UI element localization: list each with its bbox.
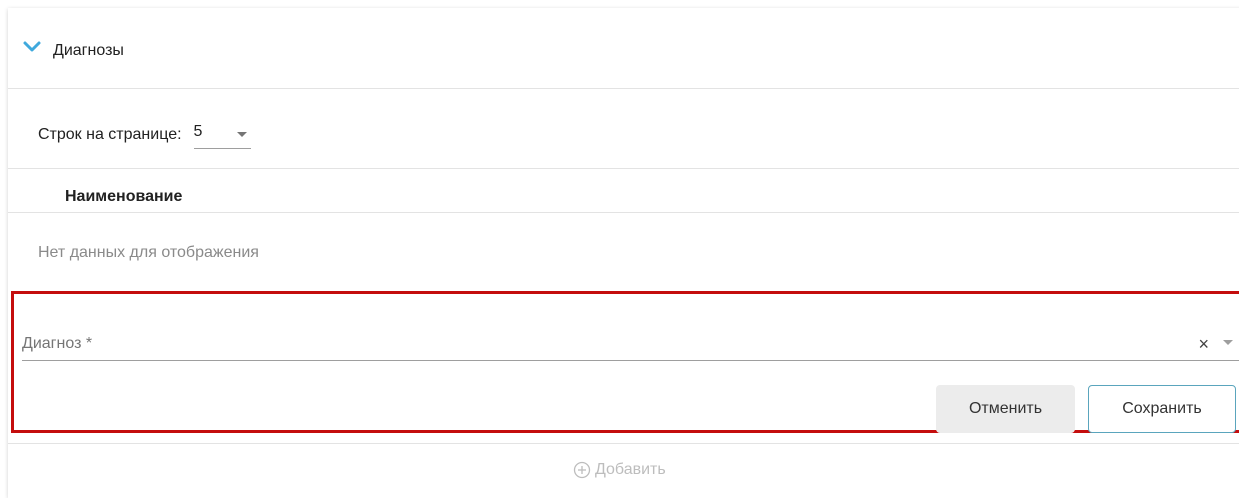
divider [8, 443, 1239, 444]
cancel-button[interactable]: Отменить [936, 385, 1075, 433]
add-label: Добавить [595, 461, 666, 478]
caret-down-icon [236, 132, 247, 137]
diagnosis-edit-form: Диагноз * × Отменить Сохранить [11, 291, 1239, 433]
rows-per-page-select[interactable]: 5 [193, 116, 251, 149]
rows-per-page-value: 5 [193, 123, 203, 140]
rows-per-page-label: Строк на странице: [38, 126, 182, 143]
diagnosis-label: Диагноз * [22, 335, 93, 352]
chevron-down-icon[interactable] [22, 40, 42, 54]
column-header-name[interactable]: Наименование [65, 188, 182, 206]
divider [8, 168, 1239, 169]
empty-table-message: Нет данных для отображения [38, 244, 259, 261]
plus-circle-icon [573, 461, 591, 479]
add-button[interactable]: Добавить [573, 458, 666, 482]
save-button[interactable]: Сохранить [1088, 385, 1236, 433]
diagnosis-field[interactable]: Диагноз * × [22, 324, 1239, 361]
diagnoses-panel: Диагнозы Строк на странице: 5 Наименован… [8, 8, 1239, 498]
section-title: Диагнозы [53, 42, 124, 59]
caret-down-icon[interactable] [1223, 340, 1233, 345]
close-icon[interactable]: × [1198, 335, 1209, 353]
rows-per-page: Строк на странице: 5 [38, 116, 251, 156]
divider [8, 212, 1239, 213]
diagnoses-header[interactable]: Диагнозы [8, 8, 1239, 89]
